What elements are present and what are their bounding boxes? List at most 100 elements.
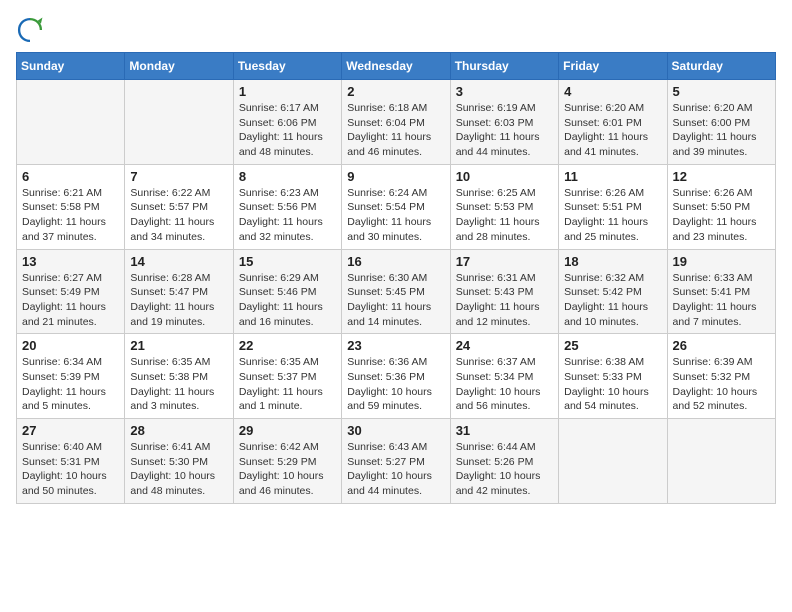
day-info: Sunrise: 6:24 AMSunset: 5:54 PMDaylight:… xyxy=(347,186,444,245)
day-info: Sunrise: 6:36 AMSunset: 5:36 PMDaylight:… xyxy=(347,355,444,414)
calendar-cell: 18 Sunrise: 6:32 AMSunset: 5:42 PMDayligh… xyxy=(559,249,667,334)
logo xyxy=(16,16,48,44)
day-number: 26 xyxy=(673,338,770,353)
calendar-cell: 10 Sunrise: 6:25 AMSunset: 5:53 PMDayligh… xyxy=(450,164,558,249)
calendar-cell: 14 Sunrise: 6:28 AMSunset: 5:47 PMDayligh… xyxy=(125,249,233,334)
day-info: Sunrise: 6:43 AMSunset: 5:27 PMDaylight:… xyxy=(347,440,444,499)
day-number: 1 xyxy=(239,84,336,99)
calendar-cell: 25 Sunrise: 6:38 AMSunset: 5:33 PMDayligh… xyxy=(559,334,667,419)
day-info: Sunrise: 6:38 AMSunset: 5:33 PMDaylight:… xyxy=(564,355,661,414)
day-number: 29 xyxy=(239,423,336,438)
calendar-table: SundayMondayTuesdayWednesdayThursdayFrid… xyxy=(16,52,776,504)
calendar-cell: 1 Sunrise: 6:17 AMSunset: 6:06 PMDaylight… xyxy=(233,80,341,165)
day-info: Sunrise: 6:19 AMSunset: 6:03 PMDaylight:… xyxy=(456,101,553,160)
day-number: 13 xyxy=(22,254,119,269)
calendar-cell xyxy=(17,80,125,165)
day-info: Sunrise: 6:18 AMSunset: 6:04 PMDaylight:… xyxy=(347,101,444,160)
calendar-cell xyxy=(125,80,233,165)
day-info: Sunrise: 6:25 AMSunset: 5:53 PMDaylight:… xyxy=(456,186,553,245)
calendar-cell xyxy=(667,419,775,504)
calendar-cell: 3Sunrise: 6:19 AMSunset: 6:03 PMDaylight… xyxy=(450,80,558,165)
day-number: 19 xyxy=(673,254,770,269)
day-number: 24 xyxy=(456,338,553,353)
day-info: Sunrise: 6:44 AMSunset: 5:26 PMDaylight:… xyxy=(456,440,553,499)
week-row-3: 13Sunrise: 6:27 AMSunset: 5:49 PMDayligh… xyxy=(17,249,776,334)
calendar-cell: 17Sunrise: 6:31 AMSunset: 5:43 PMDayligh… xyxy=(450,249,558,334)
day-info: Sunrise: 6:42 AMSunset: 5:29 PMDaylight:… xyxy=(239,440,336,499)
day-number: 2 xyxy=(347,84,444,99)
day-number: 18 xyxy=(564,254,661,269)
day-number: 4 xyxy=(564,84,661,99)
day-number: 14 xyxy=(130,254,227,269)
day-info: Sunrise: 6:20 AMSunset: 6:01 PMDaylight:… xyxy=(564,101,661,160)
day-number: 8 xyxy=(239,169,336,184)
day-info: Sunrise: 6:35 AMSunset: 5:37 PMDaylight:… xyxy=(239,355,336,414)
calendar-cell: 16 Sunrise: 6:30 AMSunset: 5:45 PMDayligh… xyxy=(342,249,450,334)
calendar-cell: 5 Sunrise: 6:20 AMSunset: 6:00 PMDaylight… xyxy=(667,80,775,165)
week-row-4: 20 Sunrise: 6:34 AMSunset: 5:39 PMDayligh… xyxy=(17,334,776,419)
day-info: Sunrise: 6:34 AMSunset: 5:39 PMDaylight:… xyxy=(22,355,119,414)
calendar-cell: 27 Sunrise: 6:40 AMSunset: 5:31 PMDayligh… xyxy=(17,419,125,504)
calendar-cell: 28Sunrise: 6:41 AMSunset: 5:30 PMDayligh… xyxy=(125,419,233,504)
weekday-header-saturday: Saturday xyxy=(667,53,775,80)
day-number: 27 xyxy=(22,423,119,438)
day-number: 22 xyxy=(239,338,336,353)
calendar-cell: 26 Sunrise: 6:39 AMSunset: 5:32 PMDayligh… xyxy=(667,334,775,419)
day-info: Sunrise: 6:30 AMSunset: 5:45 PMDaylight:… xyxy=(347,271,444,330)
calendar-cell: 2 Sunrise: 6:18 AMSunset: 6:04 PMDaylight… xyxy=(342,80,450,165)
day-info: Sunrise: 6:17 AMSunset: 6:06 PMDaylight:… xyxy=(239,101,336,160)
day-info: Sunrise: 6:26 AMSunset: 5:50 PMDaylight:… xyxy=(673,186,770,245)
day-info: Sunrise: 6:39 AMSunset: 5:32 PMDaylight:… xyxy=(673,355,770,414)
day-number: 9 xyxy=(347,169,444,184)
calendar-cell: 24 Sunrise: 6:37 AMSunset: 5:34 PMDayligh… xyxy=(450,334,558,419)
day-info: Sunrise: 6:22 AMSunset: 5:57 PMDaylight:… xyxy=(130,186,227,245)
day-info: Sunrise: 6:33 AMSunset: 5:41 PMDaylight:… xyxy=(673,271,770,330)
week-row-1: 1 Sunrise: 6:17 AMSunset: 6:06 PMDaylight… xyxy=(17,80,776,165)
calendar-cell: 8Sunrise: 6:23 AMSunset: 5:56 PMDaylight… xyxy=(233,164,341,249)
calendar-cell: 4 Sunrise: 6:20 AMSunset: 6:01 PMDaylight… xyxy=(559,80,667,165)
calendar-cell: 12 Sunrise: 6:26 AMSunset: 5:50 PMDayligh… xyxy=(667,164,775,249)
day-info: Sunrise: 6:21 AMSunset: 5:58 PMDaylight:… xyxy=(22,186,119,245)
calendar-cell: 20 Sunrise: 6:34 AMSunset: 5:39 PMDayligh… xyxy=(17,334,125,419)
day-number: 20 xyxy=(22,338,119,353)
day-info: Sunrise: 6:20 AMSunset: 6:00 PMDaylight:… xyxy=(673,101,770,160)
calendar-body: 1 Sunrise: 6:17 AMSunset: 6:06 PMDaylight… xyxy=(17,80,776,504)
day-number: 6 xyxy=(22,169,119,184)
day-number: 10 xyxy=(456,169,553,184)
day-info: Sunrise: 6:40 AMSunset: 5:31 PMDaylight:… xyxy=(22,440,119,499)
day-number: 21 xyxy=(130,338,227,353)
day-number: 16 xyxy=(347,254,444,269)
day-number: 25 xyxy=(564,338,661,353)
weekday-header-thursday: Thursday xyxy=(450,53,558,80)
weekday-header-wednesday: Wednesday xyxy=(342,53,450,80)
day-info: Sunrise: 6:26 AMSunset: 5:51 PMDaylight:… xyxy=(564,186,661,245)
calendar-cell xyxy=(559,419,667,504)
page-header xyxy=(16,16,776,44)
day-number: 23 xyxy=(347,338,444,353)
day-number: 7 xyxy=(130,169,227,184)
day-number: 12 xyxy=(673,169,770,184)
calendar-cell: 23 Sunrise: 6:36 AMSunset: 5:36 PMDayligh… xyxy=(342,334,450,419)
calendar-cell: 29 Sunrise: 6:42 AMSunset: 5:29 PMDayligh… xyxy=(233,419,341,504)
calendar-cell: 15 Sunrise: 6:29 AMSunset: 5:46 PMDayligh… xyxy=(233,249,341,334)
day-number: 5 xyxy=(673,84,770,99)
calendar-cell: 30Sunrise: 6:43 AMSunset: 5:27 PMDayligh… xyxy=(342,419,450,504)
weekday-row: SundayMondayTuesdayWednesdayThursdayFrid… xyxy=(17,53,776,80)
day-info: Sunrise: 6:32 AMSunset: 5:42 PMDaylight:… xyxy=(564,271,661,330)
calendar-header: SundayMondayTuesdayWednesdayThursdayFrid… xyxy=(17,53,776,80)
weekday-header-friday: Friday xyxy=(559,53,667,80)
day-info: Sunrise: 6:28 AMSunset: 5:47 PMDaylight:… xyxy=(130,271,227,330)
calendar-cell: 13Sunrise: 6:27 AMSunset: 5:49 PMDayligh… xyxy=(17,249,125,334)
weekday-header-monday: Monday xyxy=(125,53,233,80)
day-info: Sunrise: 6:37 AMSunset: 5:34 PMDaylight:… xyxy=(456,355,553,414)
calendar-cell: 31Sunrise: 6:44 AMSunset: 5:26 PMDayligh… xyxy=(450,419,558,504)
day-number: 17 xyxy=(456,254,553,269)
calendar-cell: 9 Sunrise: 6:24 AMSunset: 5:54 PMDaylight… xyxy=(342,164,450,249)
calendar-cell: 21Sunrise: 6:35 AMSunset: 5:38 PMDayligh… xyxy=(125,334,233,419)
calendar-cell: 7 Sunrise: 6:22 AMSunset: 5:57 PMDaylight… xyxy=(125,164,233,249)
day-number: 15 xyxy=(239,254,336,269)
week-row-5: 27 Sunrise: 6:40 AMSunset: 5:31 PMDayligh… xyxy=(17,419,776,504)
weekday-header-sunday: Sunday xyxy=(17,53,125,80)
calendar-cell: 22 Sunrise: 6:35 AMSunset: 5:37 PMDayligh… xyxy=(233,334,341,419)
day-info: Sunrise: 6:29 AMSunset: 5:46 PMDaylight:… xyxy=(239,271,336,330)
